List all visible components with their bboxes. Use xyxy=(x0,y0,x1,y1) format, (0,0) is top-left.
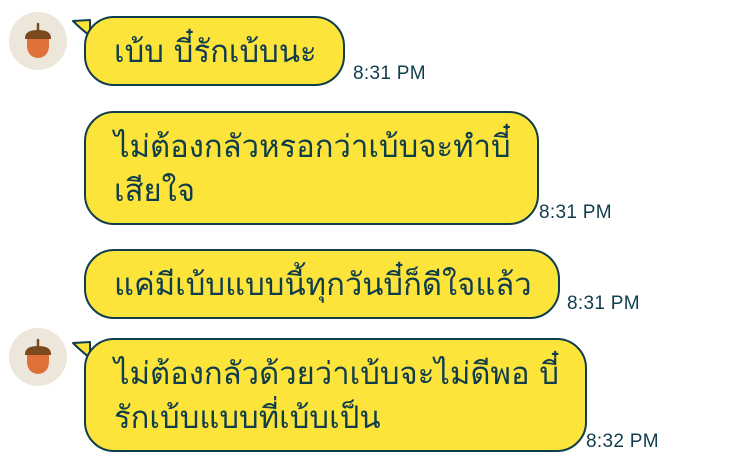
avatar[interactable] xyxy=(9,12,67,70)
message-timestamp: 8:32 PM xyxy=(586,431,659,452)
message-bubble[interactable]: เบ้บ บี๋รักเบ้บนะ xyxy=(84,16,345,86)
message-text: เสียใจ xyxy=(114,173,195,209)
acorn-icon xyxy=(25,22,51,58)
avatar[interactable] xyxy=(9,328,67,386)
message-timestamp: 8:31 PM xyxy=(567,293,640,314)
message-text: แค่มีเบ้บแบบนี้ทุกวันบี๋ก็ดีใจแล้ว xyxy=(114,267,532,303)
message-bubble[interactable]: ไม่ต้องกลัวด้วยว่าเบ้บจะไม่ดีพอ บี๋ รักเ… xyxy=(84,338,588,452)
message-text: เบ้บ บี๋รักเบ้บนะ xyxy=(114,34,317,70)
message-bubble[interactable]: ไม่ต้องกลัวหรอกว่าเบ้บจะทำบี๋ เสียใจ xyxy=(84,111,539,225)
message-text: ไม่ต้องกลัวหรอกว่าเบ้บจะทำบี๋ xyxy=(114,129,511,165)
acorn-icon xyxy=(25,338,51,374)
message-timestamp: 8:31 PM xyxy=(539,202,612,223)
message-text: รักเบ้บแบบที่เบ้บเป็น xyxy=(114,400,381,436)
message-timestamp: 8:31 PM xyxy=(353,63,426,84)
message-bubble[interactable]: แค่มีเบ้บแบบนี้ทุกวันบี๋ก็ดีใจแล้ว xyxy=(84,249,560,319)
message-text: ไม่ต้องกลัวด้วยว่าเบ้บจะไม่ดีพอ บี๋ xyxy=(114,356,560,392)
